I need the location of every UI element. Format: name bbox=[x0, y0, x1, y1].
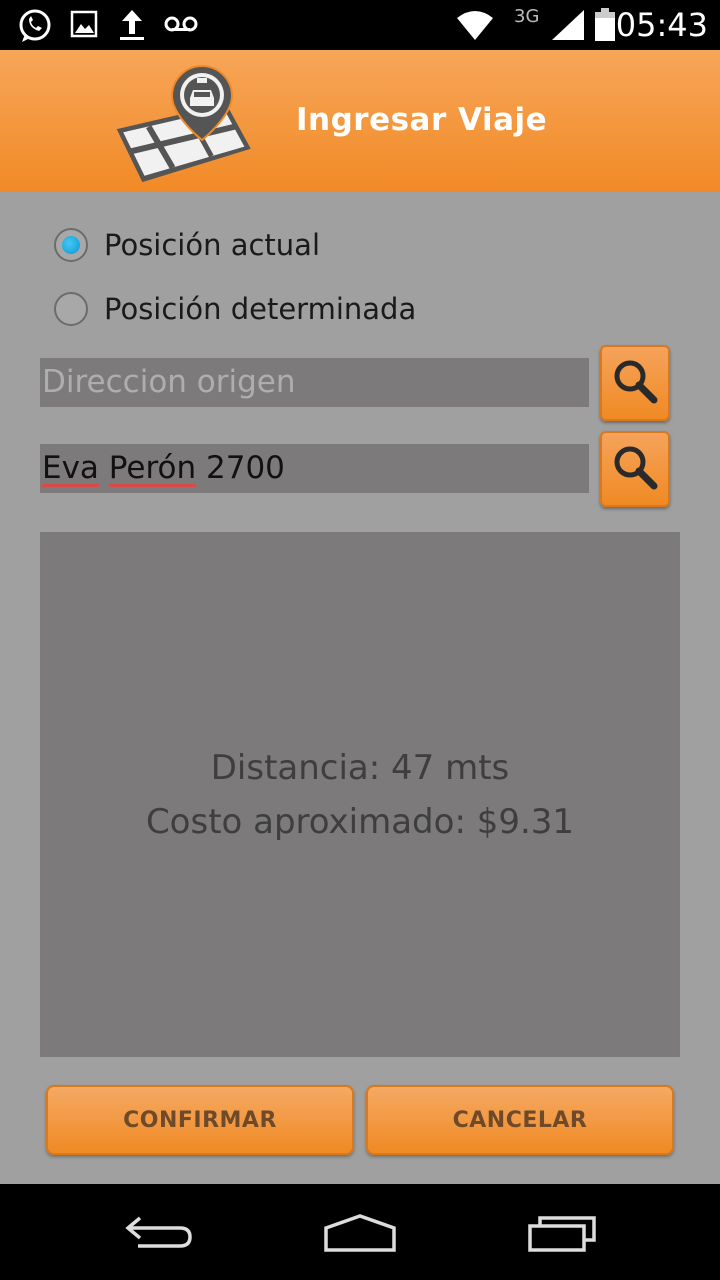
radio-button-unselected[interactable] bbox=[54, 292, 88, 326]
search-icon bbox=[612, 358, 658, 409]
origin-address-placeholder: Direccion origen bbox=[42, 364, 296, 400]
upload-icon bbox=[118, 8, 146, 47]
cost-text: Costo aproximado: $9.31 bbox=[145, 802, 575, 842]
cancel-button[interactable]: CANCELAR bbox=[366, 1085, 674, 1155]
navigation-bar bbox=[0, 1184, 720, 1280]
destination-space bbox=[99, 450, 109, 486]
recents-icon[interactable] bbox=[526, 1212, 598, 1259]
destination-search-button[interactable] bbox=[600, 431, 670, 507]
radio-current-position[interactable]: Posición actual bbox=[54, 225, 320, 265]
battery-icon bbox=[594, 8, 616, 47]
destination-number: 2700 bbox=[196, 450, 285, 486]
signal-icon bbox=[550, 8, 586, 47]
destination-word-1: Eva bbox=[42, 450, 99, 486]
origin-search-button[interactable] bbox=[600, 345, 670, 421]
taxi-map-pin-logo bbox=[112, 58, 257, 191]
origin-address-input[interactable]: Direccion origen bbox=[40, 358, 589, 407]
voicemail-icon bbox=[164, 8, 198, 45]
main-content: Posición actual Posición determinada Dir… bbox=[0, 192, 720, 1184]
network-type-label: 3G bbox=[514, 6, 540, 27]
whatsapp-icon bbox=[16, 8, 54, 49]
image-icon bbox=[70, 8, 98, 45]
page-title: Ingresar Viaje bbox=[296, 102, 548, 138]
back-icon[interactable] bbox=[124, 1212, 196, 1257]
wifi-icon bbox=[455, 8, 495, 47]
status-time: 05:43 bbox=[615, 6, 708, 44]
destination-address-input[interactable]: Eva Perón 2700 bbox=[40, 444, 589, 493]
confirm-button[interactable]: CONFIRMAR bbox=[46, 1085, 354, 1155]
radio-current-position-label: Posición actual bbox=[104, 228, 320, 262]
destination-word-2: Perón bbox=[108, 450, 197, 486]
radio-specific-position-label: Posición determinada bbox=[104, 292, 417, 326]
search-icon bbox=[612, 444, 658, 495]
radio-button-selected[interactable] bbox=[54, 228, 88, 262]
home-icon[interactable] bbox=[322, 1212, 398, 1259]
app-header: Ingresar Viaje bbox=[0, 50, 720, 192]
map-panel[interactable]: Distancia: 47 mts Costo aproximado: $9.3… bbox=[40, 532, 680, 1057]
distance-text: Distancia: 47 mts bbox=[210, 748, 510, 788]
status-bar: 3G 05:43 bbox=[0, 0, 720, 50]
radio-specific-position[interactable]: Posición determinada bbox=[54, 289, 416, 329]
